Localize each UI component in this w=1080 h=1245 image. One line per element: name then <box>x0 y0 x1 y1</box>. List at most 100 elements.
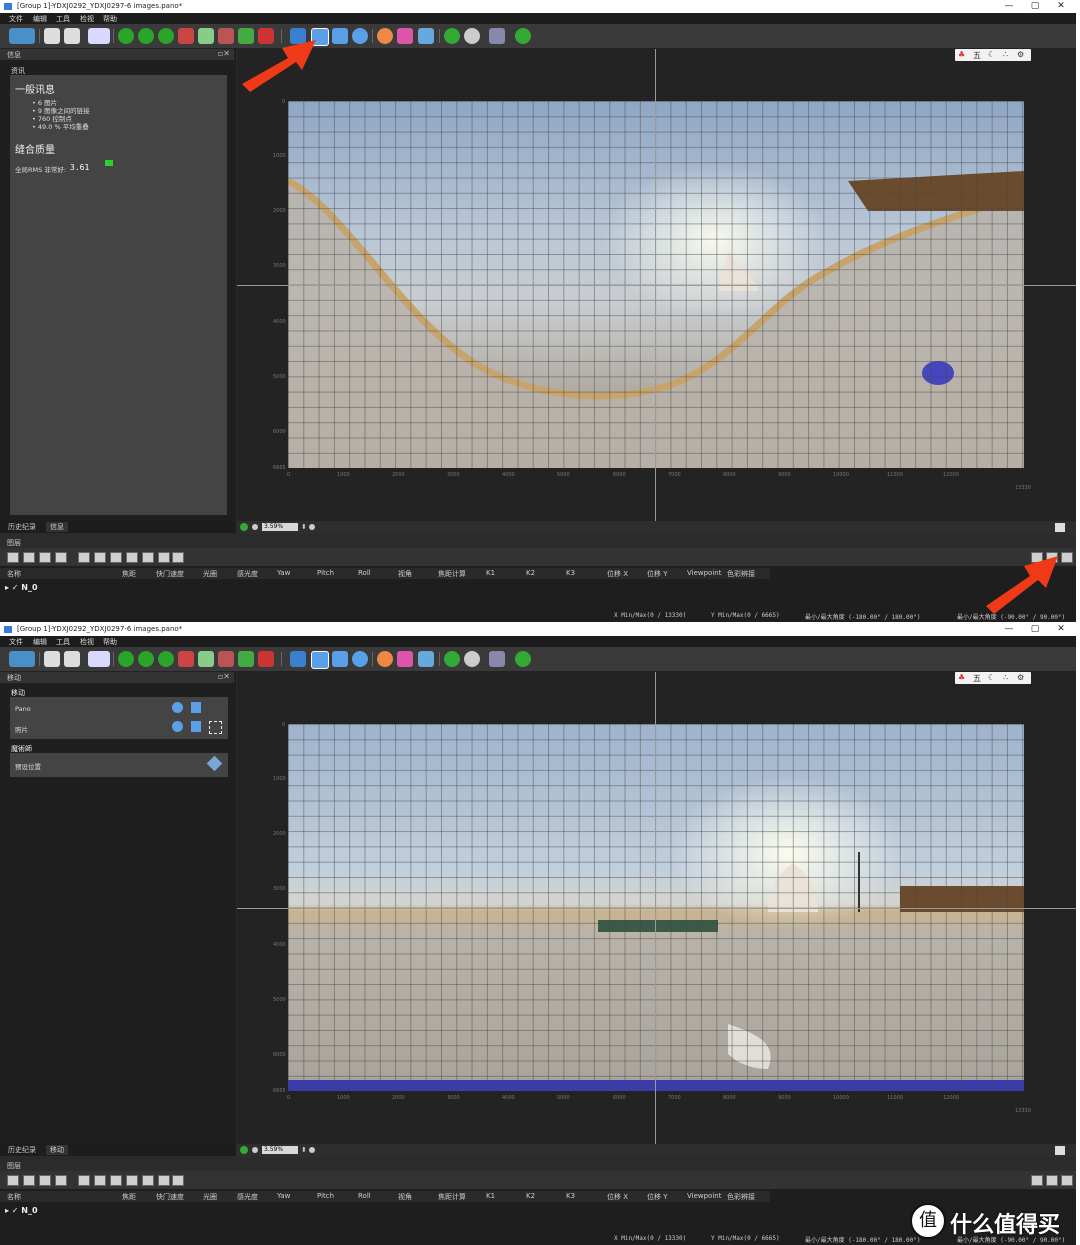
col-header[interactable]: 快门速度 <box>156 569 184 579</box>
crosshair-horizontal[interactable] <box>237 908 1076 909</box>
project-menu-button[interactable] <box>9 651 35 667</box>
layer-tool-icon[interactable] <box>23 1175 35 1186</box>
menu-file[interactable]: 文件 <box>9 637 23 647</box>
col-header[interactable]: Yaw <box>277 1192 290 1200</box>
rotate-pano-icon[interactable] <box>191 702 201 713</box>
control-point-delete-icon[interactable] <box>158 651 174 667</box>
blend-icon[interactable] <box>418 28 434 44</box>
layer-tool-icon[interactable] <box>158 1175 170 1186</box>
control-point-delete-icon[interactable] <box>158 28 174 44</box>
wrench-icon[interactable] <box>489 651 505 667</box>
col-header[interactable]: Roll <box>358 1192 371 1200</box>
layer-tool-icon[interactable] <box>94 552 106 563</box>
layer-row[interactable]: ▸ ✓ N_0 <box>5 1206 38 1215</box>
undo-icon[interactable] <box>44 651 60 667</box>
mode-glyph[interactable]: 五 <box>973 50 981 61</box>
col-header[interactable]: 位移 X <box>607 1192 628 1202</box>
menu-tools[interactable]: 工具 <box>56 14 70 24</box>
layer-tool-icon[interactable] <box>55 1175 67 1186</box>
col-header[interactable]: 焦距 <box>122 569 136 579</box>
col-header[interactable]: Pitch <box>317 569 334 577</box>
menu-help[interactable]: 帮助 <box>103 14 117 24</box>
crop-icon[interactable] <box>198 28 214 44</box>
zoom-icon[interactable] <box>240 523 248 531</box>
menu-view[interactable]: 检视 <box>80 14 94 24</box>
zoom-stepper-icon[interactable]: ⬍ <box>301 523 307 531</box>
vertical-lines-icon[interactable] <box>258 651 274 667</box>
col-header[interactable]: K3 <box>566 1192 575 1200</box>
layout-right-icon[interactable] <box>1046 1175 1058 1186</box>
scale-photo-icon[interactable] <box>209 721 222 734</box>
col-header[interactable]: 感光度 <box>237 1192 258 1202</box>
layer-tool-icon[interactable] <box>110 1175 122 1186</box>
render-icon[interactable] <box>444 651 460 667</box>
col-header[interactable]: 名称 <box>7 1192 21 1202</box>
layer-tool-icon[interactable] <box>158 552 170 563</box>
menu-tools[interactable]: 工具 <box>56 637 70 647</box>
col-header[interactable]: 位移 Y <box>647 1192 668 1202</box>
center-icon[interactable] <box>352 651 368 667</box>
tab-history[interactable]: 历史纪录 <box>4 1145 40 1155</box>
layout-bottom-icon[interactable] <box>1061 1175 1073 1186</box>
layer-tool-icon[interactable] <box>142 552 154 563</box>
col-header[interactable]: K1 <box>486 569 495 577</box>
settings-icon[interactable]: ⚙ <box>1017 673 1024 682</box>
zoom-input[interactable]: 3.59% <box>262 1146 298 1154</box>
project-menu-button[interactable] <box>9 28 35 44</box>
paw-icon[interactable]: ♣ <box>958 50 965 59</box>
zoom-out-icon[interactable] <box>252 524 258 530</box>
restore-button[interactable]: ▢ <box>1022 623 1048 636</box>
redo-icon[interactable] <box>64 28 80 44</box>
redo-icon[interactable] <box>64 651 80 667</box>
panorama-viewport[interactable]: 0 1000 2000 3000 4000 5000 6000 6665 0 1… <box>237 49 1076 521</box>
horizon-icon[interactable] <box>218 28 234 44</box>
layer-tool-icon[interactable] <box>7 552 19 563</box>
col-header[interactable]: Roll <box>358 569 371 577</box>
gear-icon[interactable] <box>464 651 480 667</box>
panorama-icon[interactable] <box>88 651 110 667</box>
col-header[interactable]: K3 <box>566 569 575 577</box>
col-header[interactable]: 位移 X <box>607 569 628 579</box>
transform-icon[interactable] <box>332 651 348 667</box>
color-picker-icon[interactable] <box>397 28 413 44</box>
layer-tool-icon[interactable] <box>126 1175 138 1186</box>
layout-bottom-icon[interactable] <box>1061 552 1073 563</box>
center-icon[interactable] <box>352 28 368 44</box>
menu-view[interactable]: 检视 <box>80 637 94 647</box>
gear-icon[interactable] <box>464 28 480 44</box>
auto-color-icon[interactable] <box>377 28 393 44</box>
mask-icon[interactable] <box>178 28 194 44</box>
col-header[interactable]: 快门速度 <box>156 1192 184 1202</box>
col-header[interactable]: 色彩辨接 <box>727 1192 755 1202</box>
col-header[interactable]: 感光度 <box>237 569 258 579</box>
layer-tool-icon[interactable] <box>39 1175 51 1186</box>
help-icon[interactable] <box>515 651 531 667</box>
mask-icon[interactable] <box>178 651 194 667</box>
layer-tool-icon[interactable] <box>23 552 35 563</box>
col-header[interactable]: 焦距 <box>122 1192 136 1202</box>
moon-icon[interactable]: ☾ <box>988 673 995 682</box>
moon-icon[interactable]: ☾ <box>988 50 995 59</box>
zoom-in-icon[interactable] <box>309 524 315 530</box>
panel-close-icon[interactable]: ▫✕ <box>218 49 230 58</box>
undo-icon[interactable] <box>44 28 60 44</box>
close-button[interactable]: ✕ <box>1048 623 1074 636</box>
layer-tool-icon[interactable] <box>172 552 184 563</box>
menu-help[interactable]: 帮助 <box>103 637 117 647</box>
layer-tool-icon[interactable] <box>78 1175 90 1186</box>
fullscreen-icon[interactable] <box>1055 523 1065 532</box>
tab-info[interactable]: 信息 <box>46 522 68 532</box>
layer-tool-icon[interactable] <box>94 1175 106 1186</box>
crosshair-horizontal[interactable] <box>237 285 1076 286</box>
col-header[interactable]: 视角 <box>398 569 412 579</box>
color-picker-icon[interactable] <box>397 651 413 667</box>
mode-glyph[interactable]: 五 <box>973 673 981 684</box>
menu-edit[interactable]: 编辑 <box>33 637 47 647</box>
transform-icon[interactable] <box>332 28 348 44</box>
paw-icon[interactable]: ♣ <box>958 673 965 682</box>
layer-row[interactable]: ▸ ✓ N_0 <box>5 583 38 592</box>
move-pano-icon[interactable] <box>172 702 183 713</box>
col-header[interactable]: 视角 <box>398 1192 412 1202</box>
blend-icon[interactable] <box>418 651 434 667</box>
layer-tool-icon[interactable] <box>55 552 67 563</box>
